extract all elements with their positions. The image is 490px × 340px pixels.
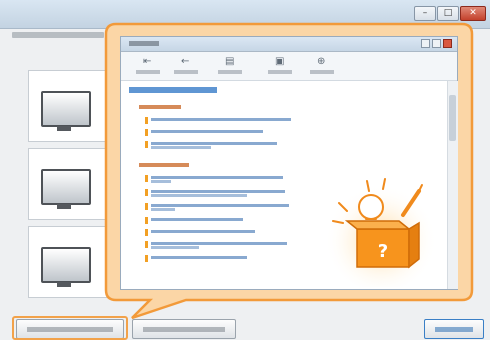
list-item[interactable] — [145, 217, 295, 224]
list-item[interactable] — [145, 175, 295, 183]
back-icon: ← — [181, 56, 190, 67]
question-mark: ? — [378, 241, 388, 262]
help-heading — [129, 87, 217, 93]
toolbar-print[interactable]: ▤ — [213, 55, 247, 77]
hide-icon: ⇤ — [143, 56, 152, 67]
print-icon: ▤ — [225, 56, 235, 67]
lightbulb-box-icon: ? — [325, 178, 437, 287]
toolbar-web-help[interactable]: ⊕ — [305, 55, 339, 77]
help-toolbar: ⇤ ← ▤ ▣ ⊕ — [121, 52, 457, 81]
list-item[interactable] — [145, 189, 295, 197]
help-title — [129, 41, 159, 46]
help-minimize-button[interactable] — [421, 39, 430, 48]
list-item[interactable] — [145, 255, 295, 262]
toolbar-options[interactable]: ▣ — [263, 55, 297, 77]
list-item[interactable] — [145, 117, 295, 124]
list-item[interactable] — [145, 141, 295, 149]
help-scrollbar[interactable] — [447, 81, 458, 289]
help-window: ⇤ ← ▤ ▣ ⊕ ? — [120, 36, 458, 290]
section-title — [139, 105, 181, 109]
scroll-thumb[interactable] — [449, 95, 456, 141]
options-icon: ▣ — [275, 56, 285, 67]
list-item[interactable] — [145, 129, 295, 136]
list-item[interactable] — [145, 241, 295, 249]
web-help-icon: ⊕ — [317, 56, 326, 67]
toolbar-hide[interactable]: ⇤ — [131, 55, 165, 77]
list-item[interactable] — [145, 203, 295, 211]
help-content: ? — [121, 81, 447, 289]
help-title-bar — [121, 37, 457, 52]
help-close-button[interactable] — [443, 39, 452, 48]
section-title — [139, 163, 189, 167]
toolbar-back[interactable]: ← — [169, 55, 203, 77]
list-item[interactable] — [145, 229, 295, 236]
help-maximize-button[interactable] — [432, 39, 441, 48]
